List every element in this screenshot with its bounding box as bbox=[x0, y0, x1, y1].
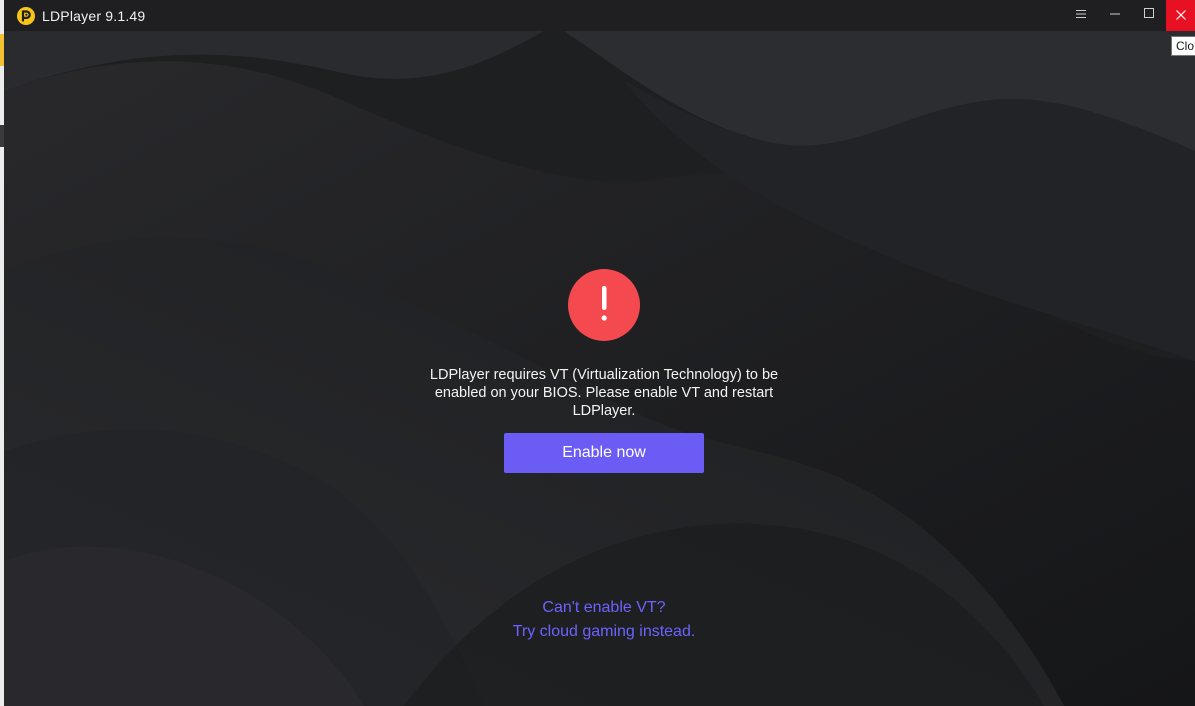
window-controls bbox=[1064, 0, 1195, 31]
close-button[interactable] bbox=[1166, 0, 1195, 31]
vt-required-dialog: LDPlayer requires VT (Virtualization Tec… bbox=[4, 31, 1195, 706]
title-bar[interactable]: LDPlayer 9.1.49 bbox=[4, 0, 1195, 31]
menu-button[interactable] bbox=[1064, 0, 1098, 28]
enable-now-button[interactable]: Enable now bbox=[504, 433, 704, 473]
ldplayer-window: LDPlayer 9.1.49 LDPlayer requires VT (Vi… bbox=[4, 0, 1195, 706]
minimize-icon bbox=[1109, 6, 1121, 22]
close-icon bbox=[1175, 8, 1187, 24]
menu-icon bbox=[1075, 6, 1087, 22]
maximize-button[interactable] bbox=[1132, 0, 1166, 28]
window-title: LDPlayer 9.1.49 bbox=[42, 7, 146, 24]
vt-message: LDPlayer requires VT (Virtualization Tec… bbox=[429, 367, 779, 419]
maximize-icon bbox=[1143, 6, 1155, 22]
cant-enable-vt-link[interactable]: Can't enable VT? bbox=[404, 599, 804, 617]
close-tooltip: Clo bbox=[1171, 36, 1195, 56]
cloud-gaming-link[interactable]: Try cloud gaming instead. bbox=[404, 623, 804, 641]
ldplayer-logo-icon bbox=[17, 6, 35, 25]
exclamation-icon bbox=[568, 269, 640, 341]
minimize-button[interactable] bbox=[1098, 0, 1132, 28]
